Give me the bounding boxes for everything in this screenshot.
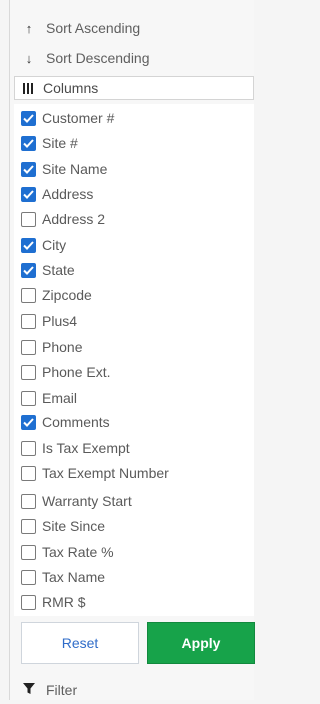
column-checkbox[interactable]: [21, 518, 36, 534]
column-option[interactable]: State: [21, 259, 75, 281]
column-option[interactable]: Warranty Start: [21, 490, 132, 512]
column-checkbox[interactable]: [21, 493, 36, 509]
column-checklist[interactable]: Customer # Site # Site Name Address Address …: [14, 104, 254, 616]
column-option[interactable]: Phone Ext.: [21, 361, 111, 383]
column-option-label: Address 2: [42, 211, 106, 227]
column-option[interactable]: Site #: [21, 132, 78, 154]
column-option-label: Site #: [42, 135, 78, 151]
column-checkbox[interactable]: [21, 339, 36, 355]
column-option[interactable]: RMR $: [21, 591, 86, 613]
column-option[interactable]: Tax Name: [21, 566, 105, 588]
reset-button[interactable]: Reset: [21, 622, 139, 664]
column-checkbox[interactable]: [21, 287, 36, 303]
column-option[interactable]: Address 2: [21, 208, 105, 230]
column-option[interactable]: City: [21, 234, 66, 256]
column-option[interactable]: Comments: [21, 411, 110, 433]
sort-ascending-item[interactable]: ↑ Sort Ascending: [10, 14, 254, 42]
column-checkbox[interactable]: [21, 262, 36, 278]
column-option-label: Warranty Start: [42, 493, 132, 509]
column-option[interactable]: Customer #: [21, 107, 114, 129]
column-checkbox[interactable]: [21, 135, 36, 151]
column-checkbox[interactable]: [21, 390, 36, 406]
sort-ascending-label: Sort Ascending: [46, 20, 141, 36]
column-option-label: Tax Rate %: [42, 544, 114, 560]
column-option-label: Comments: [42, 414, 110, 430]
arrow-down-icon: ↓: [25, 50, 33, 66]
column-menu-panel: ↑ Sort Ascending ↓ Sort Descending Colum…: [9, 0, 255, 700]
columns-icon: [23, 82, 33, 94]
column-option-label: Phone Ext.: [42, 364, 111, 380]
column-option[interactable]: Email: [21, 387, 77, 409]
column-option-label: Tax Exempt Number: [42, 465, 169, 481]
column-option-label: Site Name: [42, 161, 108, 177]
column-option[interactable]: Zipcode: [21, 284, 92, 306]
column-option[interactable]: Plus4: [21, 310, 77, 332]
column-checkbox[interactable]: [21, 161, 36, 177]
column-option[interactable]: Address: [21, 183, 93, 205]
filter-label: Filter: [46, 682, 78, 698]
column-checkbox[interactable]: [21, 211, 36, 227]
column-option-label: Tax Name: [42, 569, 106, 585]
column-checkbox[interactable]: [21, 440, 36, 456]
column-checkbox[interactable]: [21, 569, 36, 585]
apply-button[interactable]: Apply: [147, 622, 255, 664]
columns-label: Columns: [43, 80, 99, 96]
sort-descending-label: Sort Descending: [46, 50, 150, 66]
column-checkbox[interactable]: [21, 594, 36, 610]
column-checkbox[interactable]: [21, 237, 36, 253]
column-option-label: Is Tax Exempt: [42, 440, 130, 456]
filter-funnel-icon: [20, 682, 38, 698]
column-option-label: Email: [42, 390, 78, 406]
sort-descending-item[interactable]: ↓ Sort Descending: [10, 44, 254, 72]
column-option-label: Zipcode: [42, 287, 92, 303]
column-option-label: Address: [42, 186, 94, 202]
column-checkbox[interactable]: [21, 110, 36, 126]
column-option[interactable]: Is Tax Exempt: [21, 437, 130, 459]
column-option[interactable]: Phone: [21, 336, 82, 358]
column-option-label: Site Since: [42, 518, 106, 534]
column-option-label: Plus4: [42, 313, 78, 329]
columns-section-header[interactable]: Columns: [14, 76, 254, 100]
column-checkbox[interactable]: [21, 313, 36, 329]
column-option[interactable]: Site Since: [21, 515, 105, 537]
column-checkbox[interactable]: [21, 364, 36, 380]
column-option-label: RMR $: [42, 594, 86, 610]
column-checkbox[interactable]: [21, 186, 36, 202]
column-option[interactable]: Tax Rate %: [21, 541, 114, 563]
column-checkbox[interactable]: [21, 414, 36, 430]
column-option[interactable]: Site Name: [21, 158, 107, 180]
column-checkbox[interactable]: [21, 544, 36, 560]
column-option-label: State: [42, 262, 75, 278]
column-option[interactable]: Tax Exempt Number: [21, 462, 169, 484]
column-option-label: City: [42, 237, 67, 253]
column-option-label: Customer #: [42, 110, 115, 126]
column-checkbox[interactable]: [21, 465, 36, 481]
arrow-up-icon: ↑: [25, 20, 33, 36]
column-option-label: Phone: [42, 339, 83, 355]
